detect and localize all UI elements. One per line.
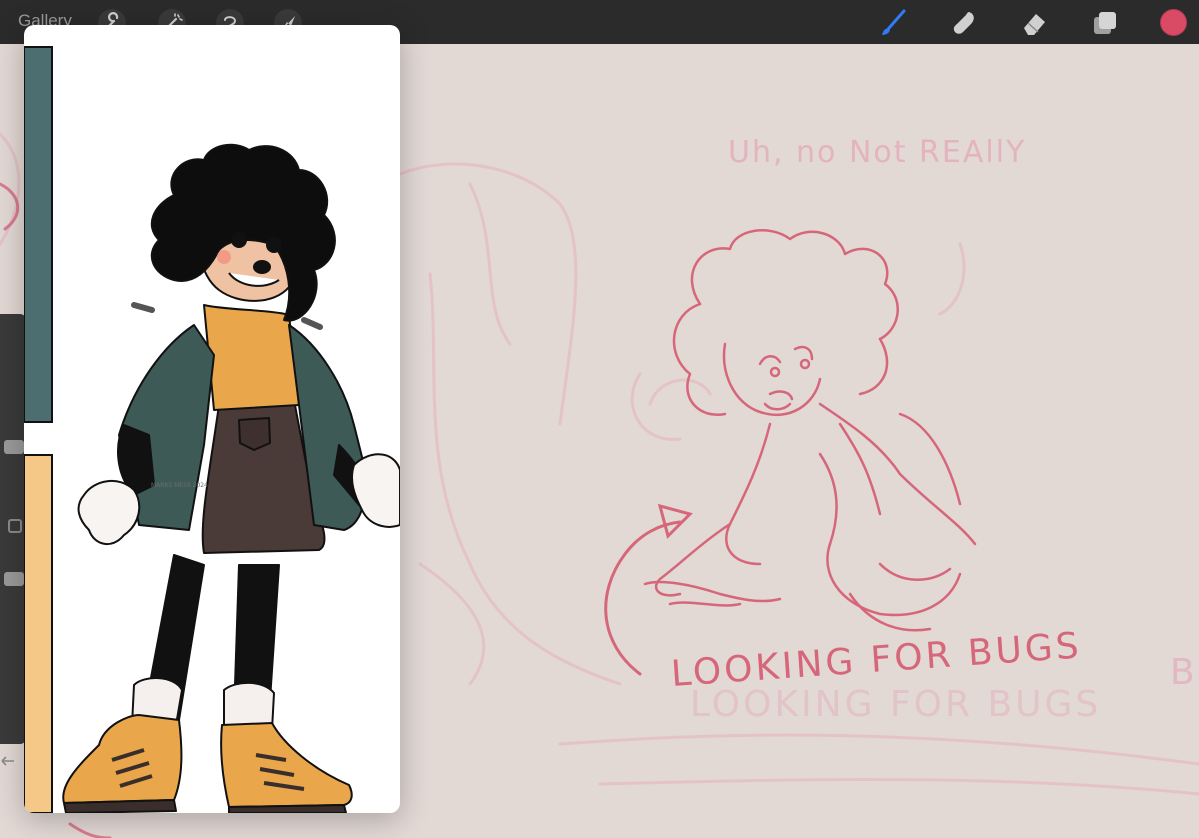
reference-window[interactable]: MARKS MESS 2024 <box>24 25 400 813</box>
sketch-text-top: Uh, no Not REAllY <box>728 135 1026 170</box>
artist-signature: MARKS MESS 2024 <box>151 482 208 489</box>
sketch-ghost-text: LOOKING FOR BUGS <box>690 684 1101 725</box>
brush-icon[interactable] <box>878 8 908 38</box>
eraser-icon[interactable] <box>1019 8 1049 38</box>
modify-button[interactable] <box>8 519 22 533</box>
sketch-text-edge: B <box>1170 652 1195 693</box>
teal-swatch <box>24 46 53 423</box>
character-sketch <box>643 229 977 632</box>
brush-size-slider-thumb[interactable] <box>4 440 24 454</box>
layers-icon[interactable] <box>1090 8 1120 38</box>
smudge-icon[interactable] <box>949 8 979 38</box>
reference-image: MARKS MESS 2024 <box>24 46 400 813</box>
undo-icon[interactable] <box>0 756 16 770</box>
color-picker-swatch[interactable] <box>1160 9 1187 36</box>
arrow-sketch <box>604 503 693 676</box>
brush-size-sidebar <box>0 314 26 766</box>
opacity-slider-thumb[interactable] <box>4 572 24 586</box>
yellow-swatch <box>24 454 53 813</box>
character-illustration <box>62 143 400 813</box>
